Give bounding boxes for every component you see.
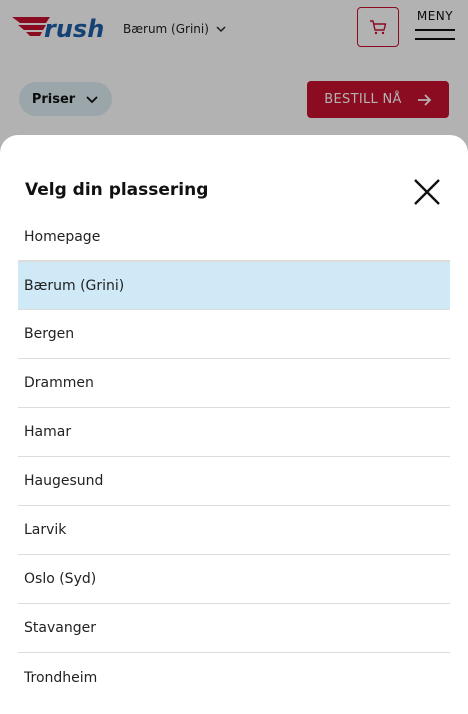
location-item-hamar[interactable]: Hamar (18, 408, 450, 457)
location-item-stavanger[interactable]: Stavanger (18, 604, 450, 653)
close-button[interactable] (410, 175, 444, 209)
close-icon (414, 179, 440, 205)
location-item-haugesund[interactable]: Haugesund (18, 457, 450, 506)
location-picker-sheet: Velg din plassering Homepage Bærum (Grin… (0, 135, 468, 714)
location-item-trondheim[interactable]: Trondheim (18, 653, 450, 702)
location-item-oslo-syd[interactable]: Oslo (Syd) (18, 555, 450, 604)
location-picker-title: Velg din plassering (25, 180, 209, 200)
location-item-baerum-grini[interactable]: Bærum (Grini) (18, 261, 450, 310)
location-item-homepage[interactable]: Homepage (18, 213, 450, 261)
location-item-larvik[interactable]: Larvik (18, 506, 450, 555)
location-item-drammen[interactable]: Drammen (18, 359, 450, 408)
location-item-bergen[interactable]: Bergen (18, 310, 450, 359)
location-list: Homepage Bærum (Grini) Bergen Drammen Ha… (18, 213, 450, 702)
